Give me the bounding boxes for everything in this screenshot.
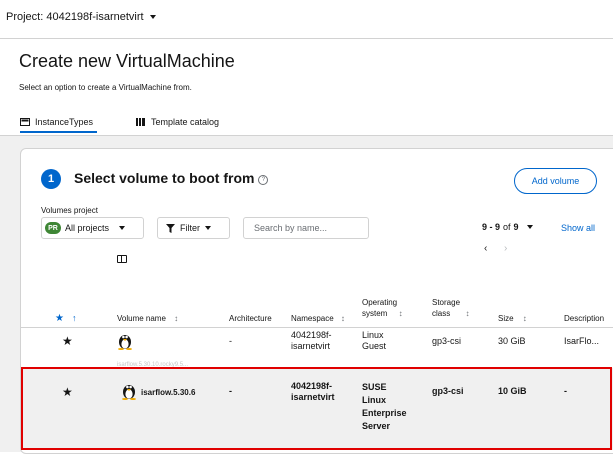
- show-all-link[interactable]: Show all: [561, 223, 595, 233]
- tab-instancetypes[interactable]: InstanceTypes: [20, 117, 93, 127]
- step-title-text: Select volume to boot from: [74, 170, 255, 186]
- volumes-project-label: Volumes project: [41, 206, 98, 215]
- step-title: Select volume to boot from?: [74, 170, 269, 186]
- table-header-divider: [20, 327, 613, 328]
- tab-label: InstanceTypes: [35, 117, 94, 127]
- page-title: Create new VirtualMachine: [19, 51, 235, 71]
- row-namespace: 4042198f-isarnetvirt: [291, 330, 332, 351]
- filter-icon: [166, 223, 175, 233]
- page-subtitle: Select an option to create a VirtualMach…: [19, 83, 192, 92]
- pagination-total: 9: [513, 222, 519, 232]
- next-page-button[interactable]: ›: [504, 243, 507, 254]
- manage-columns-icon[interactable]: [117, 255, 127, 263]
- column-size[interactable]: Size ↕: [498, 313, 527, 324]
- step-number: 1: [41, 169, 61, 189]
- column-description: Description: [564, 314, 605, 323]
- catalog-icon: [136, 118, 145, 126]
- highlight-box: [21, 367, 612, 450]
- filter-label: Filter: [180, 223, 200, 233]
- favorite-column-icon[interactable]: ★: [55, 313, 64, 324]
- row-operating-system: Linux Guest: [362, 330, 387, 351]
- project-bar: Project: 4042198f-isarnetvirt: [0, 0, 613, 39]
- instancetypes-icon: [20, 118, 30, 126]
- caret-down-icon: [526, 225, 533, 229]
- linux-tux-icon: [118, 335, 132, 350]
- row-architecture: -: [229, 336, 232, 346]
- column-storage-class[interactable]: Storage class ↕: [432, 297, 469, 319]
- column-volume-name[interactable]: Volume name ↕: [117, 313, 178, 324]
- search-input[interactable]: Search by name...: [243, 217, 369, 239]
- sort-arrow-icon[interactable]: ↑: [72, 313, 77, 323]
- pagination-toggle[interactable]: 9 - 9 of 9: [482, 222, 533, 232]
- project-selector[interactable]: Project: 4042198f-isarnetvirt: [6, 11, 156, 23]
- pagination-of: of: [503, 222, 511, 232]
- row-storage-class: gp3-csi: [432, 336, 462, 346]
- row-description: IsarFlo...: [564, 336, 600, 346]
- caret-down-icon: [119, 226, 126, 230]
- caret-down-icon: [149, 15, 156, 19]
- project-selector-label: Project: 4042198f-isarnetvirt: [6, 11, 144, 23]
- volumes-project-dropdown[interactable]: PR All projects: [41, 217, 144, 239]
- favorite-star-icon[interactable]: ★: [62, 334, 73, 348]
- caret-down-icon: [205, 226, 211, 230]
- help-icon[interactable]: ?: [258, 175, 269, 185]
- active-tab-indicator: [20, 131, 97, 133]
- page-header: Create new VirtualMachine Select an opti…: [0, 39, 613, 135]
- filter-dropdown[interactable]: Filter: [157, 217, 230, 239]
- project-badge: PR: [45, 222, 61, 234]
- previous-page-button[interactable]: ‹: [484, 243, 487, 254]
- tab-label: Template catalog: [151, 117, 220, 127]
- pagination-range: 9 - 9: [482, 222, 501, 232]
- project-dropdown-value: All projects: [65, 223, 110, 233]
- tab-template-catalog[interactable]: Template catalog: [136, 117, 219, 127]
- column-operating-system[interactable]: Operating system ↕: [362, 297, 403, 319]
- add-volume-button[interactable]: Add volume: [514, 168, 597, 194]
- row-size: 30 GiB: [498, 336, 526, 346]
- column-architecture: Architecture: [229, 314, 272, 323]
- column-namespace[interactable]: Namespace ↕: [291, 313, 345, 324]
